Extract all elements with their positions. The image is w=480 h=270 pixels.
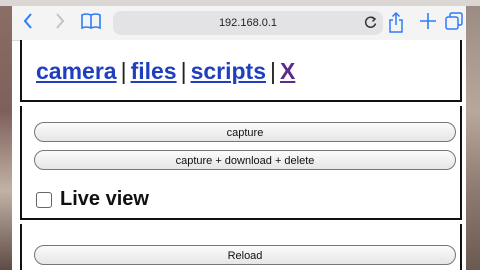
tabs-icon[interactable] — [444, 12, 464, 34]
ipad-screen: 192.168.0.1 camera | files | scripts | X captu… — [12, 6, 466, 270]
safari-toolbar: 192.168.0.1 — [12, 6, 466, 41]
background-photo-right — [466, 6, 480, 270]
nav-link-x[interactable]: X — [280, 58, 295, 84]
live-view-label: Live view — [60, 188, 149, 210]
chevron-left-icon[interactable] — [20, 12, 36, 34]
nav-separator: | — [180, 58, 187, 84]
capture-button[interactable]: capture — [34, 122, 456, 142]
live-view-control[interactable]: Live view — [36, 188, 149, 212]
share-icon[interactable] — [386, 11, 406, 34]
capture-download-delete-button[interactable]: capture + download + delete — [34, 150, 456, 170]
background-photo-left — [0, 6, 12, 270]
reload-button[interactable]: Reload — [34, 245, 456, 265]
reload-frame: Reload — [20, 224, 462, 270]
nav-link-scripts[interactable]: scripts — [191, 58, 266, 84]
url-text: 192.168.0.1 — [218, 17, 278, 29]
reload-icon[interactable] — [363, 15, 377, 31]
book-icon[interactable] — [80, 12, 102, 34]
nav-separator: | — [120, 58, 127, 84]
nav-link-files[interactable]: files — [131, 58, 177, 84]
controls-frame: capture capture + download + delete Live… — [20, 106, 462, 220]
web-page: camera | files | scripts | X capture capture +… — [20, 40, 466, 270]
plus-icon[interactable] — [418, 12, 438, 34]
nav-separator: | — [270, 58, 276, 84]
address-bar[interactable]: 192.168.0.1 — [113, 11, 383, 35]
chevron-right-icon[interactable] — [52, 12, 68, 34]
nav-link-camera[interactable]: camera — [36, 58, 117, 84]
live-view-checkbox[interactable] — [36, 191, 52, 208]
nav-links: camera | files | scripts | X — [36, 58, 295, 85]
nav-frame: camera | files | scripts | X — [20, 40, 462, 102]
